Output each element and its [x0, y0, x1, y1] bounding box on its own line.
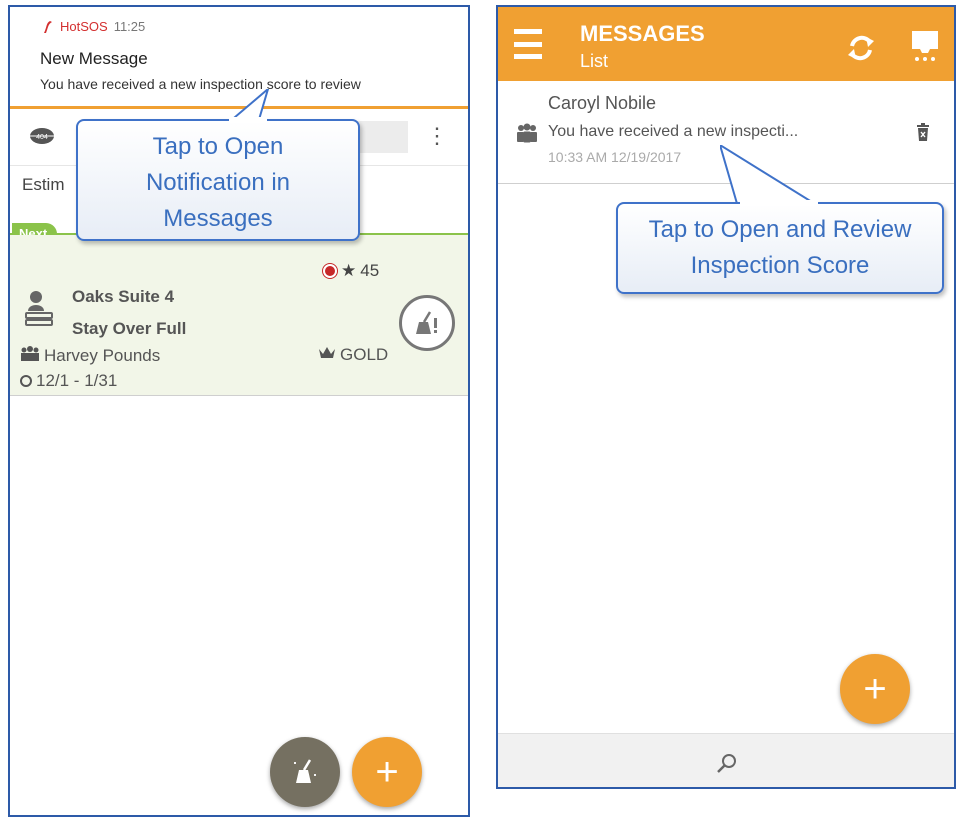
notification-app-name: HotSOS — [60, 19, 108, 34]
task-score: ★ 45 — [323, 261, 379, 281]
guest-group-icon — [20, 345, 40, 366]
trash-icon[interactable] — [916, 123, 930, 141]
search-icon[interactable] — [716, 752, 738, 774]
red-priority-icon — [323, 264, 337, 278]
callout-line: Tap to Open — [152, 133, 284, 160]
stay-dates-value: 12/1 - 1/31 — [36, 371, 118, 390]
message-preview: You have received a new inspecti... — [548, 123, 799, 140]
task-card[interactable]: ★ 45 Oaks Suite 4 Stay Over Full Harvey … — [10, 235, 468, 396]
stay-dates: 12/1 - 1/31 — [20, 371, 117, 391]
plus-icon: + — [375, 749, 399, 794]
add-button[interactable]: + — [352, 737, 422, 807]
notification-time: 11:25 — [113, 19, 146, 34]
crown-icon — [318, 345, 336, 365]
tutorial-callout: Tap to Open Notification in Messages — [76, 119, 360, 241]
notification-header: HotSOS 11:25 — [40, 19, 145, 34]
overflow-menu-icon[interactable]: ⋮ — [426, 123, 448, 149]
callout-line: Tap to Open and Review — [648, 216, 912, 243]
callout-pointer — [720, 145, 822, 207]
cleaning-icon — [294, 759, 316, 783]
vip-status: GOLD — [318, 345, 388, 365]
cleaning-status-button[interactable] — [399, 295, 455, 351]
message-timestamp: 10:33 AM 12/19/2017 — [548, 149, 682, 165]
svg-text:404: 404 — [36, 134, 48, 141]
tutorial-callout: Tap to Open and Review Inspection Score — [616, 202, 944, 294]
clock-icon — [20, 375, 32, 387]
messages-header: MESSAGES List — [498, 7, 954, 81]
housekeeper-icon — [25, 291, 53, 326]
callout-line: Messages — [163, 205, 273, 232]
star-icon: ★ — [341, 261, 357, 280]
cleaning-action-button[interactable] — [270, 737, 340, 807]
vip-level: GOLD — [340, 345, 389, 364]
message-sender: Caroyl Nobile — [548, 93, 657, 113]
plus-icon: + — [863, 666, 887, 711]
page-title: MESSAGES — [580, 21, 705, 46]
refresh-icon[interactable] — [844, 33, 878, 63]
hamburger-menu-icon[interactable] — [514, 29, 542, 59]
left-phone-screen: HotSOS 11:25 New Message You have receiv… — [8, 5, 470, 817]
notification-text: You have received a new inspection score… — [40, 76, 361, 92]
score-value: 45 — [360, 261, 380, 280]
people-icon — [517, 123, 537, 143]
cleaning-icon — [416, 311, 437, 334]
notification-title: New Message — [40, 49, 148, 68]
room-name: Oaks Suite 4 — [72, 287, 175, 306]
callout-pointer-cover — [229, 117, 267, 123]
guest-info: Harvey Pounds — [20, 345, 160, 366]
bottom-bar — [498, 733, 954, 787]
estimate-label: Estim — [22, 175, 65, 194]
right-phone-screen: MESSAGES List Caroyl Nobile You have rec… — [496, 5, 956, 789]
room-404-icon[interactable]: 404 — [28, 126, 56, 146]
guest-name: Harvey Pounds — [44, 345, 161, 365]
callout-line: Inspection Score — [690, 252, 870, 279]
callout-pointer-cover — [740, 200, 818, 206]
callout-line: Notification in — [145, 169, 291, 196]
device-icon[interactable] — [910, 29, 940, 63]
add-message-button[interactable]: + — [840, 654, 910, 724]
room-status: Stay Over Full — [72, 319, 187, 338]
hotsos-logo-icon — [44, 20, 52, 33]
page-subtitle: List — [580, 51, 609, 71]
